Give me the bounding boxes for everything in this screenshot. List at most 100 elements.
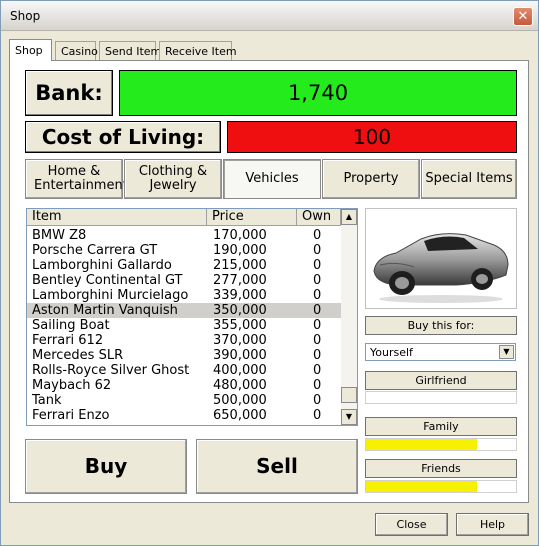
category-label: Clothing & Jewelry (138, 164, 208, 193)
list-item[interactable]: Aston Martin Vanquish 350,000 0 (27, 303, 341, 318)
list-scrollbar[interactable]: ▲ ▼ (341, 209, 357, 425)
friends-bar (365, 480, 517, 493)
item-price: 339,000 (213, 288, 267, 303)
cost-of-living-label: Cost of Living: (25, 121, 221, 153)
item-own: 0 (313, 378, 322, 393)
category-label: Special Items (425, 171, 513, 186)
item-price: 390,000 (213, 348, 267, 363)
friends-label: Friends (365, 459, 517, 478)
list-item[interactable]: Lamborghini Gallardo 215,000 0 (27, 258, 341, 273)
item-list[interactable]: Item Price Own BMW Z8 170,000 0 Porsche Car… (26, 208, 358, 426)
item-price: 350,000 (213, 303, 267, 318)
category-home-entertainment[interactable]: Home & Entertainment (25, 159, 128, 199)
item-own: 0 (313, 303, 322, 318)
tab-casino[interactable]: Casino (55, 41, 98, 60)
item-name: Porsche Carrera GT (32, 243, 158, 258)
item-name: Bentley Continental GT (32, 273, 183, 288)
list-item[interactable]: Rolls-Royce Silver Ghost 400,000 0 (27, 363, 341, 378)
list-item[interactable]: Mercedes SLR 390,000 0 (27, 348, 341, 363)
list-item[interactable]: Ferrari Enzo 650,000 0 (27, 408, 341, 423)
item-name: Tank (32, 393, 62, 408)
buy-for-value: Yourself (370, 346, 413, 359)
list-item[interactable]: Ferrari 612 370,000 0 (27, 333, 341, 348)
family-bar-fill (366, 439, 477, 450)
shop-window: Shop ✕ Shop Casino Send Item Receive Ite… (0, 0, 539, 546)
buy-for-select[interactable]: Yourself ▼ (365, 343, 516, 361)
list-item[interactable]: Maybach 62 480,000 0 (27, 378, 341, 393)
item-price: 215,000 (213, 258, 267, 273)
scroll-down-icon[interactable]: ▼ (341, 409, 357, 425)
item-price: 500,000 (213, 393, 267, 408)
list-item[interactable]: BMW Z8 170,000 0 (27, 228, 341, 243)
category-label: Home & Entertainment (34, 164, 128, 193)
family-label: Family (365, 417, 517, 436)
family-bar (365, 438, 517, 451)
girlfriend-bar (365, 391, 517, 404)
buy-for-label: Buy this for: (365, 316, 517, 335)
item-name: Mercedes SLR (32, 348, 124, 363)
item-own: 0 (313, 393, 322, 408)
buy-button[interactable]: Buy (25, 439, 187, 494)
title-bar: Shop ✕ (1, 1, 538, 31)
scroll-up-icon[interactable]: ▲ (341, 209, 357, 225)
item-own: 0 (313, 348, 322, 363)
item-own: 0 (313, 363, 322, 378)
item-price: 480,000 (213, 378, 267, 393)
item-name: Ferrari 612 (32, 333, 104, 348)
item-name: Sailing Boat (32, 318, 110, 333)
vehicle-image (365, 208, 517, 309)
item-own: 0 (313, 243, 322, 258)
list-item[interactable]: Porsche Carrera GT 190,000 0 (27, 243, 341, 258)
item-own: 0 (313, 288, 322, 303)
car-icon (373, 233, 509, 303)
item-name: Lamborghini Gallardo (32, 258, 172, 273)
sell-button[interactable]: Sell (196, 439, 358, 494)
list-item[interactable]: Bentley Continental GT 277,000 0 (27, 273, 341, 288)
close-button[interactable]: Close (375, 513, 448, 536)
column-header-price[interactable]: Price (207, 209, 297, 226)
item-name: Maybach 62 (32, 378, 112, 393)
list-item[interactable]: Tank 500,000 0 (27, 393, 341, 408)
category-label: Vehicles (245, 171, 299, 186)
item-price: 400,000 (213, 363, 267, 378)
item-name: Rolls-Royce Silver Ghost (32, 363, 190, 378)
tab-shop[interactable]: Shop (9, 39, 52, 61)
category-clothing-jewelry[interactable]: Clothing & Jewelry (124, 159, 222, 199)
item-own: 0 (313, 273, 322, 288)
item-own: 0 (313, 408, 322, 423)
item-own: 0 (313, 258, 322, 273)
tab-send-item[interactable]: Send Item (99, 41, 161, 60)
item-price: 277,000 (213, 273, 267, 288)
item-own: 0 (313, 318, 322, 333)
item-price: 190,000 (213, 243, 267, 258)
scroll-thumb[interactable] (341, 387, 357, 403)
category-property[interactable]: Property (322, 159, 420, 199)
item-price: 355,000 (213, 318, 267, 333)
list-item[interactable]: Lamborghini Murcielago 339,000 0 (27, 288, 341, 303)
item-name: Aston Martin Vanquish (32, 303, 178, 318)
list-item[interactable]: Sailing Boat 355,000 0 (27, 318, 341, 333)
item-own: 0 (313, 228, 322, 243)
item-own: 0 (313, 333, 322, 348)
item-name: Ferrari Enzo (32, 408, 110, 423)
friends-bar-fill (366, 481, 477, 492)
cost-of-living-value: 100 (227, 121, 517, 153)
bank-value: 1,740 (119, 70, 517, 116)
column-header-own[interactable]: Own (297, 209, 341, 226)
window-title: Shop (10, 9, 41, 23)
chevron-down-icon[interactable]: ▼ (499, 345, 514, 359)
category-vehicles[interactable]: Vehicles (223, 159, 321, 199)
category-special-items[interactable]: Special Items (421, 159, 517, 199)
close-window-button[interactable]: ✕ (513, 7, 533, 26)
girlfriend-label: Girlfriend (365, 371, 517, 390)
help-button[interactable]: Help (456, 513, 529, 536)
column-header-item[interactable]: Item (27, 209, 207, 226)
category-label: Property (343, 171, 399, 186)
item-price: 370,000 (213, 333, 267, 348)
item-name: Lamborghini Murcielago (32, 288, 189, 303)
bank-label: Bank: (25, 70, 113, 116)
item-price: 650,000 (213, 408, 267, 423)
tab-receive-item[interactable]: Receive Item (159, 41, 237, 60)
item-name: BMW Z8 (32, 228, 87, 243)
item-price: 170,000 (213, 228, 267, 243)
